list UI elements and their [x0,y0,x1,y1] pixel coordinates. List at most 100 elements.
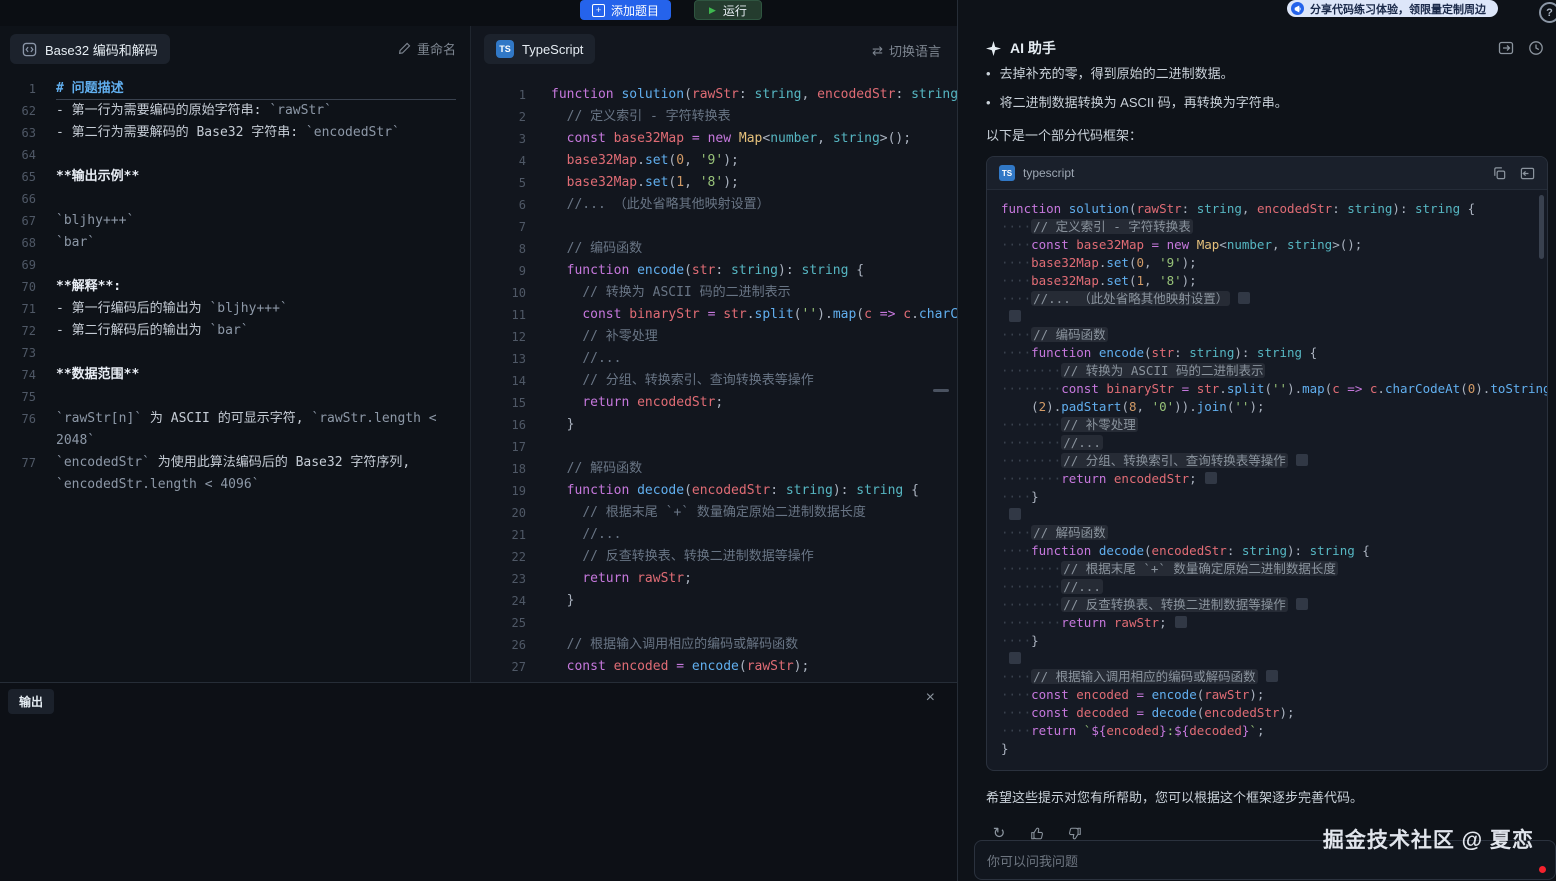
problem-icon [22,42,37,57]
code-line: 76`rawStr[n]` 为 ASCII 的可显示字符, `rawStr.le… [0,408,470,430]
code-line: 18 // 解码函数 [471,458,957,480]
code-line: 65**输出示例** [0,166,470,188]
history-icon[interactable] [1528,40,1544,56]
code-line: 77`encodedStr` 为使用此算法编码后的 Base32 字符序列, [0,452,470,474]
new-chat-icon[interactable] [1498,40,1514,56]
code-line: 27 const encoded = encode(rawStr); [471,656,957,678]
line-number: 27 [471,656,551,678]
bullet-icon: • [986,64,991,83]
line-number: 10 [471,282,551,304]
scrollbar-thumb[interactable] [1539,195,1544,259]
code-line: 14 // 分组、转换索引、查询转换表等操作 [471,370,957,392]
code-line: ····const base32Map = new Map<number, st… [1001,236,1547,254]
code-line: 19 function decode(encodedStr: string): … [471,480,957,502]
code-line: ····} [1001,488,1547,506]
ai-code-content[interactable]: function solution(rawStr: string, encode… [987,190,1547,770]
code-line: 69 [0,254,470,276]
code-editor[interactable]: 1function solution(rawStr: string, encod… [471,72,957,682]
code-line [1001,506,1547,524]
switch-icon: ⇄ [872,43,883,59]
code-line: 62- 第一行为需要编码的原始字符串: `rawStr` [0,100,470,122]
run-label: 运行 [723,2,747,19]
line-number: 62 [0,100,56,122]
share-banner-button[interactable]: 分享代码练习体验，领限量定制周边 [1287,0,1498,17]
topbar: + 添加题目 ▶ 运行 分享代码练习体验，领限量定制周边 ? [0,0,1556,26]
code-line: ········const binaryStr = str.split('').… [1001,380,1547,398]
code-block-actions [1492,166,1535,181]
line-number: 1 [471,84,551,106]
output-tab[interactable]: 输出 [8,689,54,714]
code-line: ········// 转换为 ASCII 码的二进制表示 [1001,362,1547,380]
line-number: 76 [0,408,56,430]
ai-input-placeholder: 你可以问我问题 [987,851,1078,870]
code-block-header: TS typescript [987,157,1547,190]
sparkle-icon [986,41,1001,56]
help-icon[interactable]: ? [1539,2,1556,23]
code-line: 12 // 补零处理 [471,326,957,348]
code-line: 10 // 转换为 ASCII 码的二进制表示 [471,282,957,304]
scrollbar-thumb[interactable] [933,389,949,392]
code-language-label: typescript [1023,166,1074,180]
problem-title: Base32 编码和解码 [45,40,158,59]
code-line: 11 const binaryStr = str.split('').map(c… [471,304,957,326]
code-line: function solution(rawStr: string, encode… [1001,200,1547,218]
line-number [0,474,56,496]
line-number: 25 [471,612,551,634]
line-number: 20 [471,502,551,524]
code-line: ········// 反查转换表、转换二进制数据等操作 [1001,596,1547,614]
insert-code-icon[interactable] [1520,166,1535,181]
code-line: 2 // 定义索引 - 字符转换表 [471,106,957,128]
code-line: ····return `${encoded}:${decoded}`; [1001,722,1547,740]
code-line: 20 // 根据末尾 `+` 数量确定原始二进制数据长度 [471,502,957,524]
line-number: 72 [0,320,56,342]
line-number: 66 [0,188,56,210]
ai-assistant-panel: AI 助手 • 去掉补充的零，得到原始的二进制数据。 • 将二进制数据转换为 A… [957,0,1556,881]
play-icon: ▶ [709,5,716,16]
code-line: ········// 分组、转换索引、查询转换表等操作 [1001,452,1547,470]
line-number: 11 [471,304,551,326]
code-line: ········// 根据末尾 `+` 数量确定原始二进制数据长度 [1001,560,1547,578]
line-number: 9 [471,260,551,282]
code-line: 16 } [471,414,957,436]
code-line: ····// 定义索引 - 字符转换表 [1001,218,1547,236]
language-tab[interactable]: TS TypeScript [484,34,595,64]
line-number: 21 [471,524,551,546]
problem-title-tab[interactable]: Base32 编码和解码 [10,34,170,64]
line-number: 70 [0,276,56,298]
code-line: 8 // 编码函数 [471,238,957,260]
code-line: (2).padStart(8, '0')).join(''); [1001,398,1547,416]
line-number: 71 [0,298,56,320]
line-number: 22 [471,546,551,568]
code-line: 23 return rawStr; [471,568,957,590]
code-line: 63- 第二行为需要解码的 Base32 字符串: `encodedStr` [0,122,470,144]
code-line: 22 // 反查转换表、转换二进制数据等操作 [471,546,957,568]
typescript-icon: TS [496,40,514,58]
run-button[interactable]: ▶ 运行 [694,0,762,20]
line-number: 26 [471,634,551,656]
code-line: 6 //... （此处省略其他映射设置） [471,194,957,216]
copy-icon[interactable] [1492,166,1507,181]
code-line: ····const decoded = decode(encodedStr); [1001,704,1547,722]
line-number: 5 [471,172,551,194]
language-tab-label: TypeScript [522,42,583,57]
app-root: + 添加题目 ▶ 运行 分享代码练习体验，领限量定制周边 ? Base32 编码… [0,0,1556,881]
ai-chat-input[interactable]: 你可以问我问题 [974,840,1556,880]
code-line: ····function encode(str: string): string… [1001,344,1547,362]
code-line: ····// 解码函数 [1001,524,1547,542]
line-number: 14 [471,370,551,392]
add-question-button[interactable]: + 添加题目 [580,0,671,20]
code-line: 21 //... [471,524,957,546]
rename-button[interactable]: 重命名 [398,39,456,58]
add-question-label: 添加题目 [611,2,659,19]
code-line: 25 [471,612,957,634]
code-line: 2048` [0,430,470,452]
markdown-editor[interactable]: 1# 问题描述62- 第一行为需要编码的原始字符串: `rawStr`63- 第… [0,72,470,682]
line-number: 75 [0,386,56,408]
list-item: • 去掉补充的零，得到原始的二进制数据。 [986,64,1548,83]
share-banner-label: 分享代码练习体验，领限量定制周边 [1310,1,1486,17]
rename-label: 重命名 [417,39,456,58]
switch-language-button[interactable]: ⇄ 切换语言 [872,41,941,60]
line-number: 18 [471,458,551,480]
close-icon[interactable]: × [926,689,935,707]
code-line: 17 [471,436,957,458]
